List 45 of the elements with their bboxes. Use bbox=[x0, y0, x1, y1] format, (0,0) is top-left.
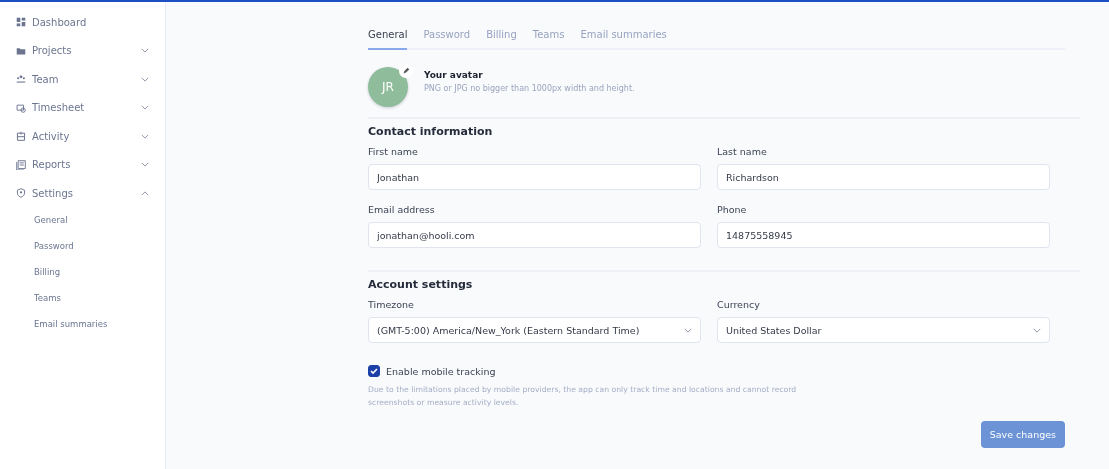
nav-item[interactable]: Dashboard bbox=[0, 8, 165, 37]
field-label: Timezone bbox=[368, 299, 415, 310]
tab[interactable]: Billing bbox=[486, 25, 517, 50]
field-label: Phone bbox=[717, 204, 748, 215]
checkbox-label: Enable mobile tracking bbox=[386, 365, 496, 377]
nav-subitem[interactable]: Email summaries bbox=[0, 310, 165, 337]
nav-subitem[interactable]: General bbox=[0, 207, 165, 234]
nav-item[interactable]: Timesheet bbox=[0, 93, 165, 122]
nav-item[interactable]: Settings bbox=[0, 179, 165, 208]
avatar-title: Your avatar bbox=[424, 69, 484, 80]
pencil-icon bbox=[402, 67, 410, 75]
nav-item[interactable]: Activity bbox=[0, 122, 165, 151]
shield-icon bbox=[16, 188, 26, 199]
report-icon bbox=[16, 159, 26, 170]
nav-item[interactable]: Projects bbox=[0, 36, 165, 65]
tab[interactable]: General bbox=[368, 25, 408, 50]
input-field[interactable]: jonathan@hooli.com bbox=[368, 222, 701, 248]
save-button[interactable]: Save changes bbox=[980, 421, 1065, 448]
field-label: First name bbox=[368, 146, 419, 157]
select-field[interactable]: (GMT-5:00) America/New_York (Eastern Standard Time) bbox=[368, 317, 701, 343]
field-label: Last name bbox=[717, 146, 768, 157]
calendar-icon bbox=[16, 102, 26, 113]
section-title: Account settings bbox=[368, 278, 474, 291]
input-field[interactable]: 14875558945 bbox=[717, 222, 1050, 248]
tab[interactable]: Email summaries bbox=[580, 25, 667, 50]
section-title: Contact information bbox=[368, 125, 494, 138]
avatar-hint: PNG or JPG no bigger than 1000px width and height. bbox=[424, 83, 635, 93]
folder-icon bbox=[16, 45, 26, 56]
dashboard-icon bbox=[16, 17, 26, 28]
checkbox[interactable] bbox=[368, 365, 380, 377]
nav-subitem[interactable]: Teams bbox=[0, 284, 165, 311]
nav-subitem[interactable]: Password bbox=[0, 233, 165, 260]
nav-subitem[interactable]: Billing bbox=[0, 259, 165, 285]
select-field[interactable]: United States Dollar bbox=[717, 317, 1050, 343]
nav-item[interactable]: Reports bbox=[0, 150, 165, 179]
edit-button[interactable] bbox=[399, 64, 413, 78]
board-icon bbox=[16, 131, 26, 142]
input-field[interactable]: Jonathan bbox=[368, 164, 701, 190]
nav-item[interactable]: Team bbox=[0, 65, 165, 94]
chevron-icon bbox=[684, 327, 692, 333]
field-label: Currency bbox=[717, 299, 761, 310]
input-field[interactable]: Richardson bbox=[717, 164, 1050, 190]
people-icon bbox=[16, 74, 26, 85]
field-label: Email address bbox=[368, 204, 436, 215]
chevron-icon bbox=[1033, 327, 1041, 333]
